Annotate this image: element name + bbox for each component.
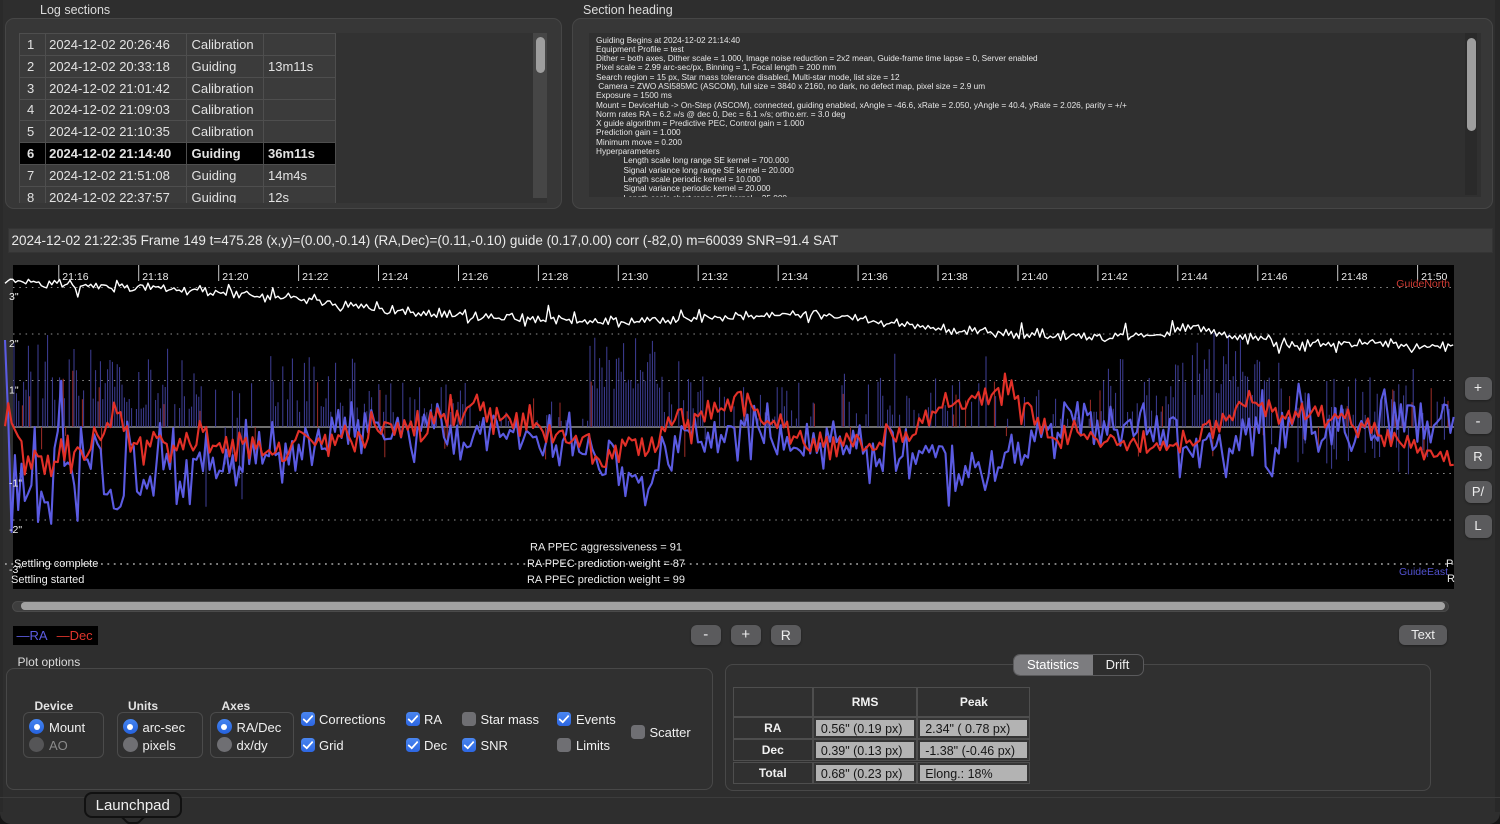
- svg-text:RA PPEC prediction weight = 87: RA PPEC prediction weight = 87: [527, 558, 685, 570]
- svg-text:2": 2": [9, 338, 19, 350]
- svg-text:RA PPEC aggressiveness = 91: RA PPEC aggressiveness = 91: [530, 542, 682, 554]
- svg-text:RA PPEC prediction weight = 99: RA PPEC prediction weight = 99: [527, 574, 685, 586]
- svg-text:GuideEast: GuideEast: [1399, 566, 1448, 578]
- svg-text:P: P: [1446, 558, 1453, 570]
- svg-text:Settling complete: Settling complete: [14, 558, 98, 570]
- svg-text:21:36: 21:36: [862, 271, 888, 283]
- svg-text:Settling started: Settling started: [11, 574, 84, 586]
- svg-text:21:18: 21:18: [142, 271, 168, 283]
- svg-text:-2": -2": [9, 524, 22, 536]
- svg-text:21:30: 21:30: [622, 271, 648, 283]
- svg-text:21:48: 21:48: [1341, 271, 1367, 283]
- svg-text:21:42: 21:42: [1101, 271, 1127, 283]
- svg-text:21:16: 21:16: [62, 271, 88, 283]
- svg-text:R: R: [1447, 573, 1455, 585]
- svg-text:21:28: 21:28: [542, 271, 568, 283]
- svg-text:21:26: 21:26: [462, 271, 488, 283]
- svg-text:21:22: 21:22: [302, 271, 328, 283]
- svg-text:21:24: 21:24: [382, 271, 408, 283]
- svg-text:-1": -1": [9, 478, 22, 490]
- svg-text:21:40: 21:40: [1022, 271, 1048, 283]
- svg-text:3": 3": [9, 291, 19, 303]
- svg-text:21:32: 21:32: [702, 271, 728, 283]
- svg-text:21:20: 21:20: [222, 271, 248, 283]
- svg-text:21:44: 21:44: [1181, 271, 1207, 283]
- svg-text:21:46: 21:46: [1261, 271, 1287, 283]
- svg-text:21:38: 21:38: [942, 271, 968, 283]
- svg-text:1": 1": [9, 385, 19, 397]
- svg-text:GuideNorth: GuideNorth: [1396, 278, 1450, 290]
- svg-text:21:34: 21:34: [782, 271, 808, 283]
